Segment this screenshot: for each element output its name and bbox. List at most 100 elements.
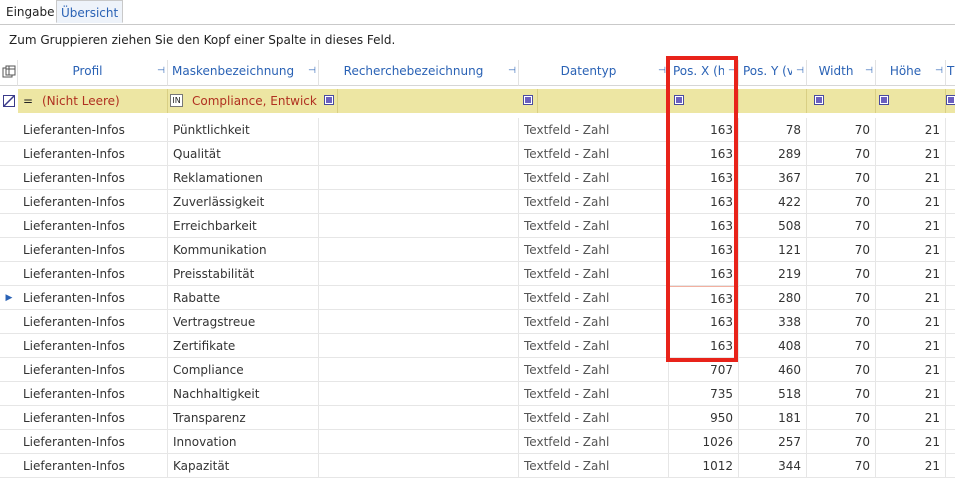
cell-profil[interactable]: Lieferanten-Infos [18,190,168,213]
header-recherchebezeichnung[interactable]: Recherchebezeichnung ⊣ [319,60,519,86]
cell-hoehe[interactable]: 21 [876,286,946,309]
column-chooser-icon[interactable] [0,60,18,86]
tab-uebersicht[interactable]: Übersicht [56,0,123,23]
table-row[interactable]: Lieferanten-Infos Innovation Textfeld - Za… [0,430,955,454]
row-selector[interactable] [0,238,18,261]
cell-rech[interactable] [319,190,519,213]
cell-rech[interactable] [319,358,519,381]
cell-rech[interactable] [319,166,519,189]
cell-extra[interactable] [946,382,955,405]
cell-width[interactable]: 70 [807,262,876,285]
cell-typ[interactable]: Textfeld - Zahl [519,166,669,189]
cell-hoehe[interactable]: 21 [876,190,946,213]
cell-typ[interactable]: Textfeld - Zahl [519,214,669,237]
cell-posy[interactable]: 257 [739,430,807,453]
pin-icon[interactable]: ⊣ [796,66,804,76]
filter-button-icon[interactable] [324,95,334,105]
filter-maskenbezeichnung[interactable]: IN Compliance, Entwickl [168,89,338,113]
cell-rech[interactable] [319,382,519,405]
cell-width[interactable]: 70 [807,142,876,165]
pin-icon[interactable]: ⊣ [157,66,165,76]
cell-width[interactable]: 70 [807,166,876,189]
row-selector[interactable] [0,142,18,165]
cell-maske[interactable]: Transparenz [168,406,319,429]
cell-typ[interactable]: Textfeld - Zahl [519,286,669,309]
cell-hoehe[interactable]: 21 [876,454,946,477]
row-selector[interactable] [0,310,18,333]
filter-button-icon[interactable] [674,95,684,105]
cell-posx[interactable]: 163 [669,118,739,141]
cell-extra[interactable] [946,358,955,381]
cell-rech[interactable] [319,310,519,333]
cell-extra[interactable] [946,142,955,165]
cell-width[interactable]: 70 [807,310,876,333]
cell-profil[interactable]: Lieferanten-Infos [18,382,168,405]
cell-extra[interactable] [946,118,955,141]
cell-extra[interactable] [946,310,955,333]
cell-maske[interactable]: Compliance [168,358,319,381]
cell-profil[interactable]: Lieferanten-Infos [18,214,168,237]
cell-maske[interactable]: Preisstabilität [168,262,319,285]
cell-typ[interactable]: Textfeld - Zahl [519,334,669,357]
cell-maske[interactable]: Qualität [168,142,319,165]
row-selector[interactable] [0,334,18,357]
table-row[interactable]: Lieferanten-Infos Erreichbarkeit Textfeld … [0,214,955,238]
cell-width[interactable]: 70 [807,286,876,309]
cell-hoehe[interactable]: 21 [876,166,946,189]
row-selector[interactable] [0,454,18,477]
row-indicator-icon[interactable]: ▶ [0,286,18,309]
cell-maske[interactable]: Erreichbarkeit [168,214,319,237]
cell-profil[interactable]: Lieferanten-Infos [18,406,168,429]
cell-posy[interactable]: 518 [739,382,807,405]
row-selector[interactable] [0,262,18,285]
cell-typ[interactable]: Textfeld - Zahl [519,382,669,405]
header-hoehe[interactable]: Höhe ⊣ [876,60,946,86]
cell-width[interactable]: 70 [807,406,876,429]
cell-width[interactable]: 70 [807,214,876,237]
cell-typ[interactable]: Textfeld - Zahl [519,358,669,381]
cell-posx[interactable]: 163 [669,166,739,189]
row-selector[interactable] [0,358,18,381]
table-row[interactable]: Lieferanten-Infos Reklamationen Textfeld -… [0,166,955,190]
header-datentyp[interactable]: Datentyp ⊣ [519,60,669,86]
cell-maske[interactable]: Nachhaltigkeit [168,382,319,405]
pin-icon[interactable]: ⊣ [308,66,316,76]
cell-width[interactable]: 70 [807,454,876,477]
cell-extra[interactable] [946,166,955,189]
cell-typ[interactable]: Textfeld - Zahl [519,262,669,285]
row-selector[interactable] [0,430,18,453]
cell-rech[interactable] [319,118,519,141]
cell-rech[interactable] [319,454,519,477]
cell-width[interactable]: 70 [807,358,876,381]
cell-width[interactable]: 70 [807,430,876,453]
cell-posx[interactable]: 163 [669,262,739,285]
table-row[interactable]: Lieferanten-Infos Vertragstreue Textfeld -… [0,310,955,334]
cell-profil[interactable]: Lieferanten-Infos [18,142,168,165]
cell-extra[interactable] [946,430,955,453]
filter-pos-y[interactable] [739,89,826,113]
filter-recherchebezeichnung[interactable] [338,89,538,113]
table-row[interactable]: Lieferanten-Infos Pünktlichkeit Textfeld -… [0,118,955,142]
row-selector[interactable] [0,214,18,237]
filter-profil[interactable]: = (Nicht Leere) [18,89,168,113]
cell-posy[interactable]: 289 [739,142,807,165]
cell-profil[interactable]: Lieferanten-Infos [18,334,168,357]
clear-filter-icon[interactable] [0,89,18,113]
cell-posy[interactable]: 408 [739,334,807,357]
filter-hoehe[interactable] [876,89,946,113]
cell-maske[interactable]: Kommunikation [168,238,319,261]
cell-hoehe[interactable]: 21 [876,142,946,165]
cell-typ[interactable]: Textfeld - Zahl [519,310,669,333]
cell-posy[interactable]: 460 [739,358,807,381]
cell-hoehe[interactable]: 21 [876,214,946,237]
cell-width[interactable]: 70 [807,382,876,405]
pin-icon[interactable]: ⊣ [865,66,873,76]
row-selector[interactable] [0,406,18,429]
row-selector[interactable] [0,118,18,141]
cell-profil[interactable]: Lieferanten-Infos [18,310,168,333]
cell-posx[interactable]: 707 [669,358,739,381]
cell-rech[interactable] [319,286,519,309]
cell-profil[interactable]: Lieferanten-Infos [18,262,168,285]
cell-typ[interactable]: Textfeld - Zahl [519,118,669,141]
cell-posx[interactable]: 1026 [669,430,739,453]
